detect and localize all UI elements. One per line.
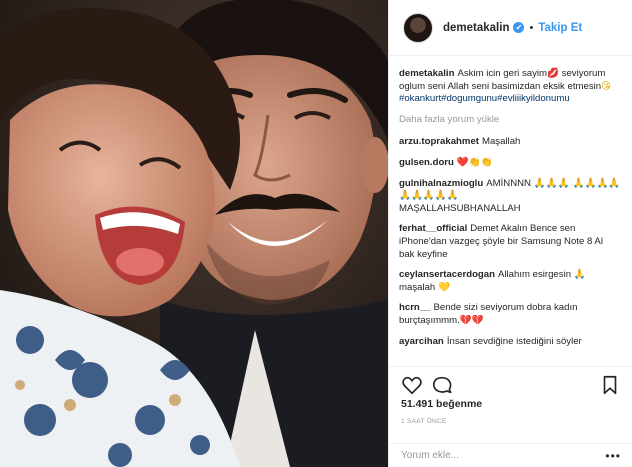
- list-item: ferhat__official Demet Akalın Bence sen i…: [399, 223, 621, 261]
- comment-username[interactable]: ayarcihan: [399, 336, 444, 347]
- comment-emoji: ❤️👏👏: [456, 156, 493, 168]
- avatar[interactable]: [403, 12, 433, 43]
- comment-icon[interactable]: [431, 374, 453, 396]
- heart-icon[interactable]: [401, 374, 423, 396]
- post-side-panel: demetakalin ✔ • Takip Et demetakalin Aski…: [388, 0, 632, 467]
- bookmark-icon[interactable]: [599, 374, 621, 396]
- post-photo-image: [0, 0, 388, 467]
- post-photo[interactable]: [0, 0, 388, 467]
- comment-emoji-2: 💛: [437, 281, 450, 293]
- comment-username[interactable]: ferhat__official: [399, 223, 467, 234]
- follow-button[interactable]: Takip Et: [538, 22, 582, 34]
- add-comment-bar: Yorum ekle... •••: [389, 443, 632, 467]
- more-options-icon[interactable]: •••: [605, 449, 621, 463]
- caption-username[interactable]: demetakalin: [399, 68, 454, 79]
- comment-emoji: 🙏: [573, 269, 586, 281]
- like-count[interactable]: 51.491 beğenme: [401, 398, 482, 410]
- post-header: demetakalin ✔ • Takip Et: [389, 0, 632, 56]
- comment-username[interactable]: ceylansertacerdogan: [399, 269, 495, 280]
- comment-text-2: maşalah: [399, 281, 436, 293]
- comment-username[interactable]: gulnihalnazmioglu: [399, 178, 483, 189]
- comment-username[interactable]: hcrn__: [399, 302, 430, 313]
- action-bar: [389, 366, 632, 402]
- comment-text: Allahım esirgesin: [497, 269, 572, 281]
- add-comment-input[interactable]: Yorum ekle...: [401, 450, 459, 461]
- list-item: ceylansertacerdogan Allahım esirgesin 🙏 m…: [399, 269, 621, 294]
- comment-text: İnsan sevdiğine istediğini söyler: [446, 335, 582, 347]
- header-separator: •: [529, 21, 534, 34]
- kiss-face-emoji: 😘: [601, 80, 612, 92]
- caption-text: Askim icin geri sayim: [457, 68, 548, 79]
- caption: demetakalin Askim icin geri sayim💋 seviyo…: [399, 68, 621, 106]
- comment-text-2: MAŞALLAHSUBHANALLAH: [399, 202, 521, 214]
- comment-username[interactable]: gulsen.doru: [399, 157, 454, 168]
- comment-text: AMİNNNN: [486, 177, 531, 189]
- header-username[interactable]: demetakalin: [443, 22, 509, 34]
- comment-emoji: 💔💔: [459, 314, 484, 326]
- comment-text: Maşallah: [481, 136, 521, 148]
- caption-hashtags[interactable]: #okankurt#dogumgunu#evliiikyildonumu: [399, 93, 570, 104]
- timestamp[interactable]: 1 SAAT ÖNCE: [401, 418, 447, 425]
- list-item: gulnihalnazmioglu AMİNNNN 🙏🙏🙏 🙏🙏🙏🙏🙏🙏🙏🙏🙏 M…: [399, 178, 621, 216]
- list-item: gulsen.doru ❤️👏👏: [399, 157, 621, 170]
- comment-username[interactable]: arzu.toprakahmet: [399, 136, 479, 147]
- list-item: hcrn__ Bende sizi seviyorum dobra kadın b…: [399, 302, 621, 327]
- comments-list[interactable]: demetakalin Askim icin geri sayim💋 seviyo…: [389, 56, 632, 366]
- kiss-emoji: 💋: [547, 68, 559, 79]
- list-item: arzu.toprakahmet Maşallah: [399, 136, 621, 149]
- list-item: ayarcihan İnsan sevdiğine istediğini söyl…: [399, 336, 621, 349]
- load-more-comments-button[interactable]: Daha fazla yorum yükle: [399, 114, 621, 127]
- verified-badge-icon: ✔: [513, 22, 525, 33]
